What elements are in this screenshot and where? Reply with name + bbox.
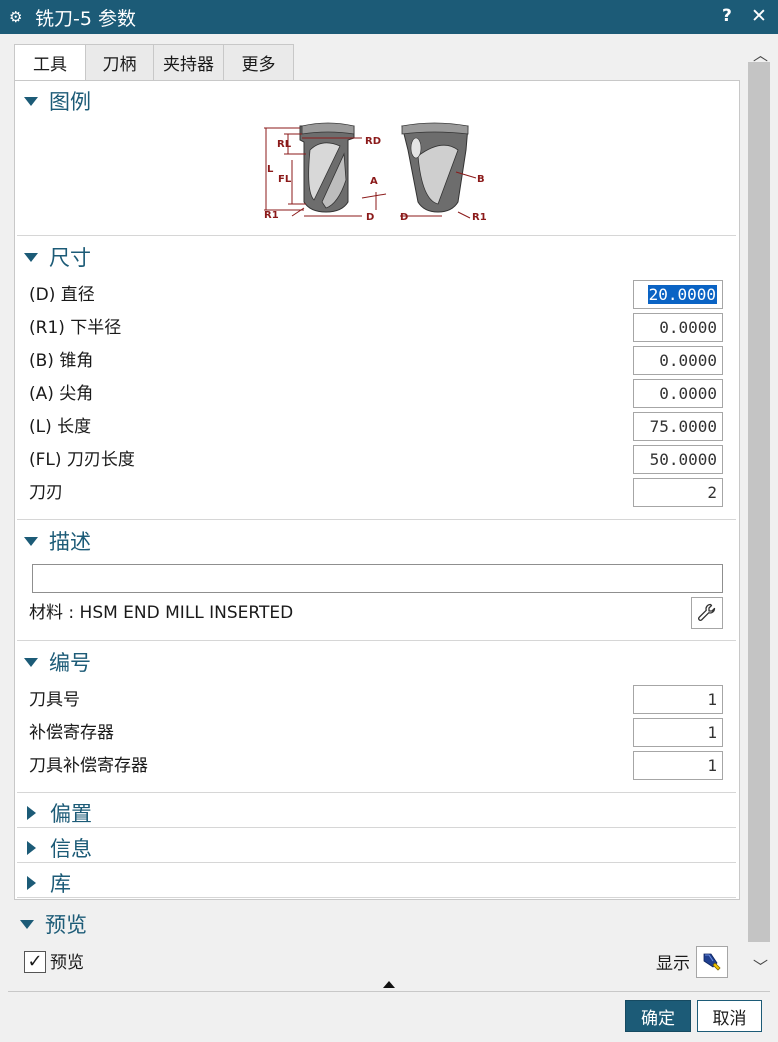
tool-number-input[interactable]: 1 (633, 685, 723, 714)
length-input[interactable]: 75.0000 (633, 412, 723, 441)
divider (17, 897, 736, 898)
tool-legend-diagram: RD RL L FL R1 A D B D R1 (264, 122, 487, 223)
expand-triangle-icon (24, 252, 38, 262)
divider (17, 827, 736, 828)
label-taper-angle: (B) 锥角 (29, 351, 94, 371)
label-diameter: (D) 直径 (29, 285, 95, 305)
tab-holder[interactable]: 夹持器 (154, 44, 224, 81)
display-label: 显示 (656, 954, 690, 974)
gear-icon: ⚙ (9, 8, 23, 26)
expand-triangle-icon (24, 536, 38, 546)
preview-checkbox[interactable]: ✓ (24, 951, 46, 973)
label-length: (L) 长度 (29, 417, 92, 437)
section-title: 库 (50, 872, 71, 896)
label-d-right: D (400, 212, 408, 223)
scroll-down-icon[interactable]: ﹀ (753, 956, 768, 977)
taper-angle-input[interactable]: 0.0000 (633, 346, 723, 375)
help-button[interactable]: ? (722, 6, 732, 26)
label-l: L (267, 164, 274, 175)
divider (17, 640, 736, 641)
divider (17, 235, 736, 236)
label-tip-angle: (A) 尖角 (29, 384, 94, 404)
vertical-scrollbar[interactable]: ︿ ﹀ (746, 38, 772, 978)
tab-holder-shank[interactable]: 刀柄 (86, 44, 154, 81)
cutcom-register-input[interactable]: 1 (633, 751, 723, 780)
collapse-triangle-icon (27, 876, 36, 890)
description-input[interactable] (32, 564, 723, 593)
expand-triangle-icon (20, 919, 34, 929)
section-info-header[interactable]: 信息 (24, 833, 92, 863)
section-title: 图例 (49, 90, 91, 114)
divider (17, 519, 736, 520)
tab-tool[interactable]: 工具 (14, 44, 86, 81)
label-a: A (370, 176, 378, 187)
flashlight-icon (703, 953, 721, 971)
label-r1-right: R1 (472, 212, 487, 223)
display-button[interactable] (696, 946, 728, 978)
label-b: B (477, 174, 485, 185)
window-title: 铣刀-5 参数 (35, 7, 136, 30)
label-flutes: 刀刃 (29, 483, 63, 503)
label-rl: RL (277, 139, 292, 150)
section-title: 编号 (49, 651, 91, 675)
collapse-triangle-icon (27, 841, 36, 855)
expand-triangle-icon (24, 96, 38, 106)
tool-taper-view (401, 122, 469, 213)
cancel-button[interactable]: 取消 (697, 1000, 762, 1032)
section-legend-header[interactable]: 图例 (24, 86, 91, 116)
label-r1: R1 (264, 210, 279, 221)
diameter-value: 20.0000 (647, 285, 717, 304)
label-cutcom-register: 刀具补偿寄存器 (29, 756, 148, 776)
title-bar: ⚙ 铣刀-5 参数 ? ✕ (0, 0, 778, 34)
tab-bar: 工具 刀柄 夹持器 更多 (14, 44, 294, 81)
section-dimensions-header[interactable]: 尺寸 (24, 242, 91, 272)
close-button[interactable]: ✕ (751, 5, 767, 27)
ok-button[interactable]: 确定 (625, 1000, 691, 1032)
collapse-dialog-arrow-icon[interactable] (383, 981, 395, 988)
section-title: 偏置 (50, 802, 92, 826)
section-title: 描述 (49, 530, 91, 554)
flute-length-input[interactable]: 50.0000 (633, 445, 723, 474)
tip-angle-input[interactable]: 0.0000 (633, 379, 723, 408)
section-offset-header[interactable]: 偏置 (24, 798, 92, 828)
collapse-triangle-icon (27, 806, 36, 820)
divider (17, 862, 736, 863)
wrench-icon (698, 603, 716, 621)
section-title: 尺寸 (49, 246, 91, 270)
material-select-button[interactable] (691, 597, 723, 629)
material-label: 材料 : HSM END MILL INSERTED (29, 603, 294, 623)
label-d: D (366, 212, 374, 223)
label-flute-length: (FL) 刀刃长度 (29, 450, 135, 470)
label-fl: FL (278, 174, 292, 185)
label-tool-number: 刀具号 (29, 690, 80, 710)
scrollbar-thumb[interactable] (748, 62, 770, 942)
section-numbering-header[interactable]: 编号 (24, 647, 91, 677)
section-title: 信息 (50, 837, 92, 861)
divider (17, 792, 736, 793)
lower-radius-input[interactable]: 0.0000 (633, 313, 723, 342)
section-description-header[interactable]: 描述 (24, 526, 91, 556)
diameter-input[interactable]: 20.0000 (633, 280, 723, 309)
tab-more[interactable]: 更多 (224, 44, 294, 81)
divider (8, 991, 770, 992)
tool-side-view (299, 122, 355, 213)
section-title: 预览 (45, 913, 87, 937)
section-library-header[interactable]: 库 (24, 868, 71, 898)
section-preview-header[interactable]: 预览 (20, 909, 87, 939)
expand-triangle-icon (24, 657, 38, 667)
checkmark-icon: ✓ (27, 951, 43, 972)
label-adjust-register: 补偿寄存器 (29, 723, 114, 743)
preview-checkbox-label: 预览 (50, 953, 84, 973)
adjust-register-input[interactable]: 1 (633, 718, 723, 747)
flutes-input[interactable]: 2 (633, 478, 723, 507)
label-lower-radius: (R1) 下半径 (29, 318, 122, 338)
label-rd: RD (365, 136, 381, 147)
